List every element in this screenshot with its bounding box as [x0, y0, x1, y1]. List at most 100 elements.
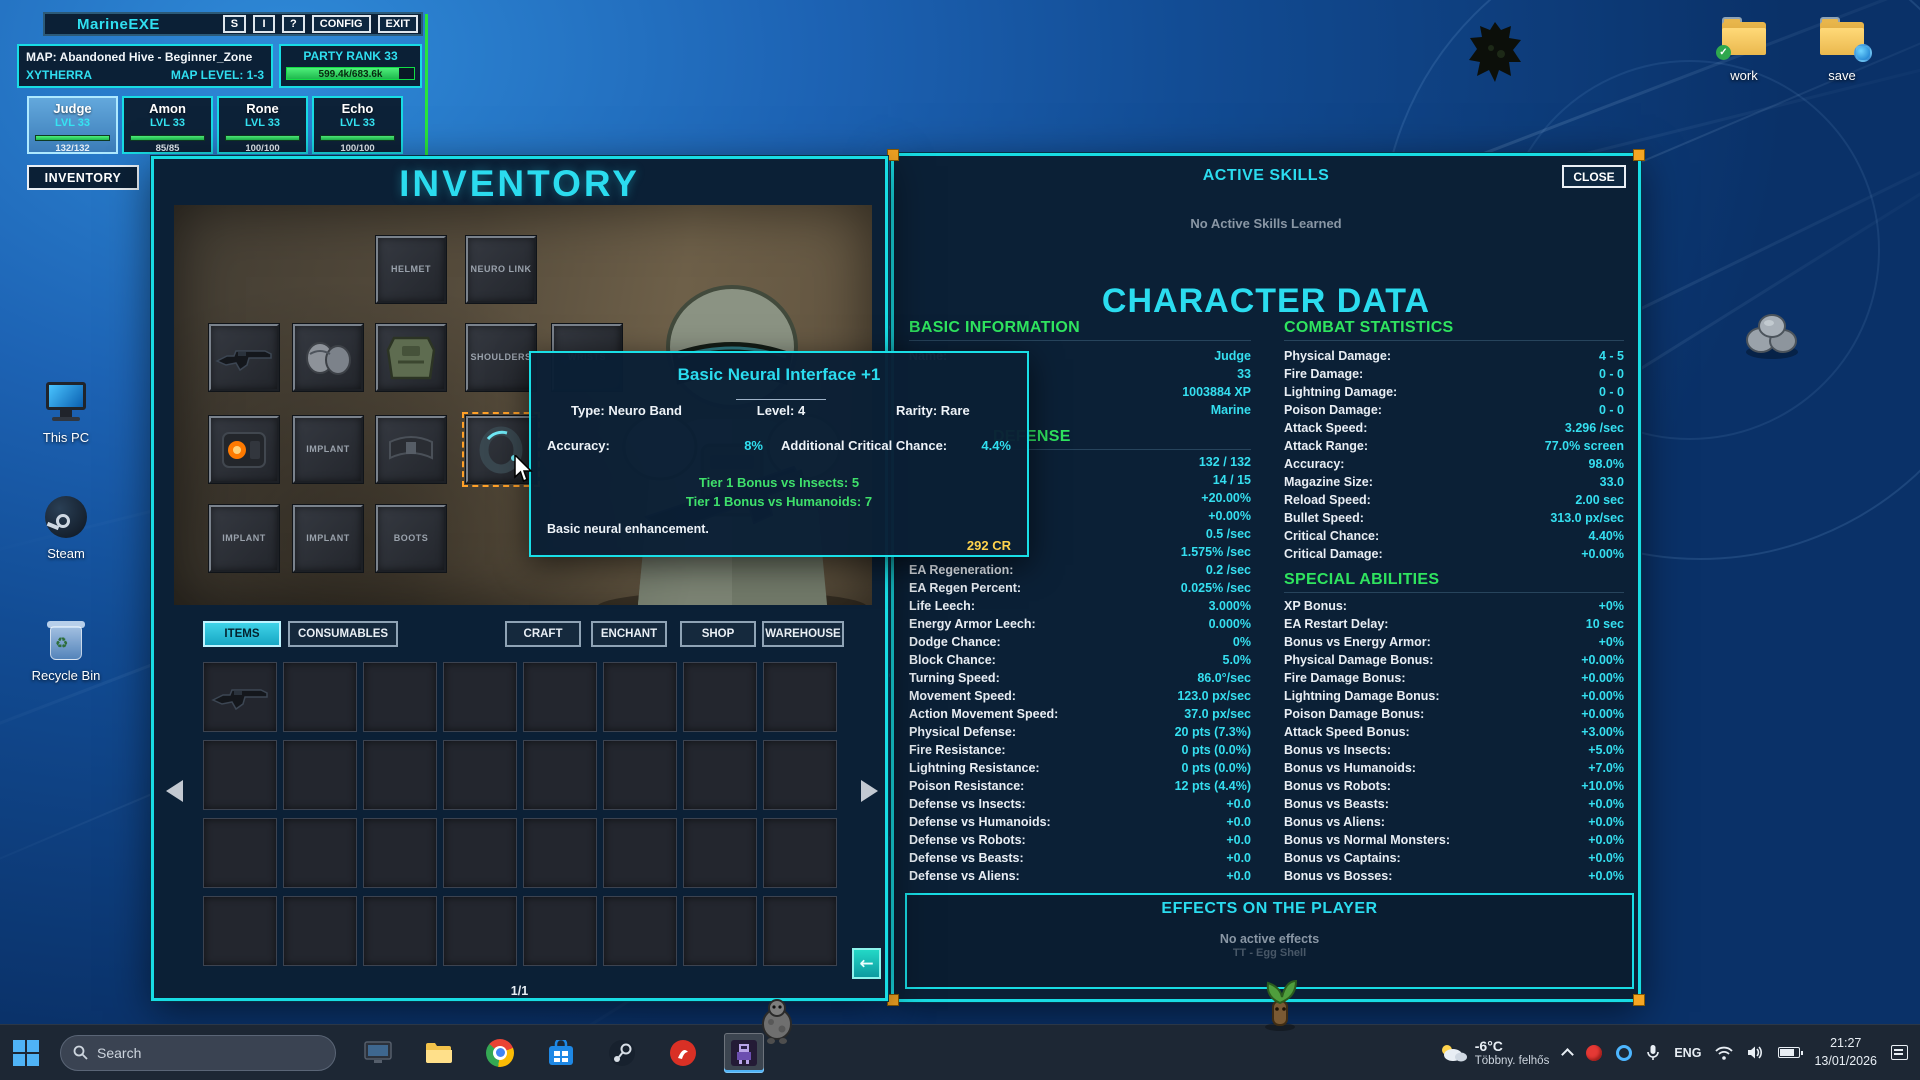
speaker-icon[interactable] — [1747, 1045, 1764, 1060]
aimp-icon[interactable] — [663, 1033, 703, 1073]
title-bar-button[interactable]: ? — [282, 15, 305, 33]
page-prev-arrow[interactable] — [166, 780, 183, 802]
party-member-frame[interactable]: Judge LVL 33 132/132 — [27, 96, 118, 154]
tray-red-app-icon[interactable] — [1586, 1045, 1602, 1061]
party-member-frame[interactable]: Echo LVL 33 100/100 — [312, 96, 403, 154]
inventory-grid-cell[interactable] — [603, 662, 677, 732]
search-icon — [73, 1045, 88, 1060]
store-icon[interactable] — [541, 1033, 581, 1073]
inventory-button[interactable]: INVENTORY — [27, 165, 139, 190]
inventory-grid-cell[interactable] — [203, 740, 277, 810]
desktop-icon-save[interactable]: save — [1796, 16, 1888, 83]
inventory-grid-cell[interactable] — [203, 818, 277, 888]
chrome-icon[interactable] — [480, 1033, 520, 1073]
desktop-icon-work[interactable]: ✓ work — [1698, 16, 1790, 83]
slot-gloves[interactable] — [293, 324, 363, 391]
inventory-grid-cell[interactable] — [443, 818, 517, 888]
action-center-icon[interactable] — [1891, 1045, 1908, 1060]
tray-blue-app-icon[interactable] — [1616, 1045, 1632, 1061]
inventory-grid-cell[interactable] — [203, 896, 277, 966]
inventory-grid-cell[interactable] — [523, 740, 597, 810]
desktop-icon-this-pc[interactable]: This PC — [20, 378, 112, 445]
transfer-arrow-icon[interactable]: ← — [852, 948, 881, 979]
shop-button[interactable]: SHOP — [680, 621, 756, 647]
steam-taskbar-icon[interactable] — [602, 1033, 642, 1073]
inventory-grid-cell[interactable] — [763, 740, 837, 810]
tab-consumables[interactable]: CONSUMABLES — [288, 621, 398, 647]
resize-handle-top-left[interactable] — [887, 149, 899, 161]
slot-chest[interactable] — [376, 324, 446, 391]
search-input[interactable]: Search — [60, 1035, 336, 1071]
inventory-grid-cell[interactable] — [523, 896, 597, 966]
start-button[interactable] — [0, 1025, 52, 1080]
inventory-grid-cell[interactable] — [523, 662, 597, 732]
close-button[interactable]: CLOSE — [1562, 165, 1626, 188]
craft-button[interactable]: CRAFT — [505, 621, 581, 647]
slot-helmet[interactable]: HELMET — [376, 236, 446, 303]
tab-items[interactable]: ITEMS — [203, 621, 281, 647]
party-member-frame[interactable]: Rone LVL 33 100/100 — [217, 96, 308, 154]
inventory-grid-cell[interactable] — [763, 896, 837, 966]
title-bar-button[interactable]: S — [223, 15, 246, 33]
tooltip-bonus-humanoids: Tier 1 Bonus vs Humanoids: 7 — [531, 494, 1027, 509]
inventory-grid-cell[interactable] — [603, 740, 677, 810]
resize-handle-bottom-left[interactable] — [887, 994, 899, 1006]
resize-handle-top-right[interactable] — [1633, 149, 1645, 161]
battery-icon[interactable] — [1778, 1047, 1800, 1058]
game-title-bar[interactable]: MarineEXE SI?CONFIGEXIT — [43, 12, 423, 36]
slot-boots[interactable]: BOOTS — [376, 505, 446, 572]
hp-bar — [35, 135, 110, 141]
inventory-grid-cell[interactable] — [683, 896, 757, 966]
party-member-level: LVL 33 — [314, 117, 401, 129]
slot-device[interactable] — [209, 416, 279, 483]
inventory-grid-cell[interactable] — [363, 818, 437, 888]
slot-weapon[interactable] — [209, 324, 279, 391]
inventory-grid-cell[interactable] — [283, 740, 357, 810]
inventory-grid-cell[interactable] — [363, 896, 437, 966]
microphone-icon[interactable] — [1646, 1044, 1660, 1062]
slot-shoulders[interactable]: SHOULDERS — [466, 324, 536, 391]
desktop-icon-steam[interactable]: Steam — [20, 494, 112, 561]
inventory-grid-cell[interactable] — [603, 896, 677, 966]
language-indicator[interactable]: ENG — [1674, 1046, 1701, 1060]
inventory-grid-cell[interactable] — [443, 740, 517, 810]
slot-implant-2[interactable]: IMPLANT — [209, 505, 279, 572]
party-member-frame[interactable]: Amon LVL 33 85/85 — [122, 96, 213, 154]
stat-row: Action Movement Speed: 37.0 px/sec — [909, 705, 1251, 723]
inventory-grid-cell[interactable] — [283, 896, 357, 966]
title-bar-button[interactable]: EXIT — [378, 15, 418, 33]
inventory-grid-cell-rifle[interactable] — [203, 662, 277, 732]
title-bar-button[interactable]: CONFIG — [312, 15, 371, 33]
page-next-arrow[interactable] — [861, 780, 878, 802]
inventory-grid-cell[interactable] — [683, 740, 757, 810]
inventory-grid-cell[interactable] — [363, 662, 437, 732]
slot-neuro-link[interactable]: NEURO LINK — [466, 236, 536, 303]
tray-expand-icon[interactable] — [1561, 1048, 1574, 1061]
enchant-button[interactable]: ENCHANT — [591, 621, 667, 647]
title-bar-button[interactable]: I — [253, 15, 275, 33]
inventory-grid-cell[interactable] — [283, 818, 357, 888]
inventory-grid-cell[interactable] — [603, 818, 677, 888]
slot-implant-3[interactable]: IMPLANT — [293, 505, 363, 572]
inventory-grid-cell[interactable] — [683, 662, 757, 732]
resize-handle-bottom-right[interactable] — [1633, 994, 1645, 1006]
slot-implant-1[interactable]: IMPLANT — [293, 416, 363, 483]
tooltip-type: Type: Neuro Band — [571, 403, 682, 418]
slot-belt[interactable] — [376, 416, 446, 483]
file-explorer-icon[interactable] — [419, 1033, 459, 1073]
warehouse-button[interactable]: WAREHOUSE — [762, 621, 844, 647]
inventory-grid-cell[interactable] — [763, 818, 837, 888]
desktop-icon-recycle-bin[interactable]: ♻ Recycle Bin — [20, 616, 112, 683]
inventory-grid-cell[interactable] — [283, 662, 357, 732]
inventory-grid-cell[interactable] — [683, 818, 757, 888]
inventory-grid-cell[interactable] — [443, 662, 517, 732]
inventory-grid-cell[interactable] — [763, 662, 837, 732]
stat-row: Poison Resistance: 12 pts (4.4%) — [909, 777, 1251, 795]
inventory-grid-cell[interactable] — [363, 740, 437, 810]
monitor-icon[interactable] — [358, 1033, 398, 1073]
wifi-icon[interactable] — [1715, 1046, 1733, 1060]
weather-widget[interactable]: -6°C Többny. felhős — [1437, 1038, 1550, 1066]
inventory-grid-cell[interactable] — [443, 896, 517, 966]
clock-widget[interactable]: 21:27 13/01/2026 — [1814, 1035, 1877, 1070]
inventory-grid-cell[interactable] — [523, 818, 597, 888]
